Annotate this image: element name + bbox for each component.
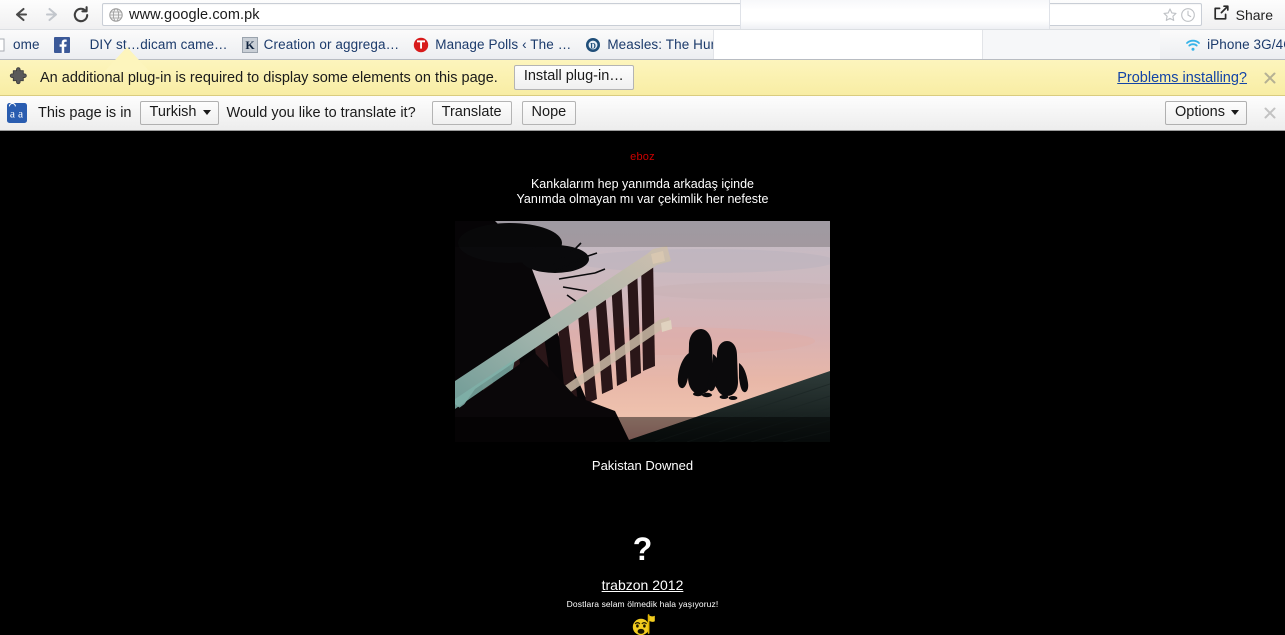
lyrics-block: Kankalarım hep yanımda arkadaş içinde Ya…: [0, 177, 1285, 207]
translate-options-label: Options: [1175, 103, 1225, 120]
k-icon: K: [241, 36, 258, 53]
ih-icon: [1045, 37, 1061, 53]
page-content: eboz Kankalarım hep yanımda arkadaş için…: [0, 131, 1285, 635]
share-icon: [1212, 4, 1230, 25]
lyrics-line-2: Yanımda olmayan mı var çekimlik her nefe…: [516, 192, 769, 206]
share-button-label: Share: [1235, 6, 1273, 23]
install-plugin-button[interactable]: Install plug-in…: [513, 65, 634, 90]
translate-infobar: a a This page is in Turkish Would you li…: [0, 96, 1285, 131]
chevron-down-icon: [1231, 110, 1239, 115]
svg-text:a: a: [10, 108, 15, 120]
bookmark-label: 7 Mu…: [815, 37, 860, 52]
yellow-note-icon: [1081, 37, 1097, 53]
signature-subtitle: Dostlara selam ölmedik hala yaşıyoruz!: [566, 599, 719, 609]
browser-toolbar: www.google.com.pk Share: [0, 0, 1285, 29]
address-bar-text[interactable]: www.google.com.pk: [129, 7, 1161, 23]
infobar-pointer: [104, 47, 150, 72]
translate-prefix-label: This page is in: [38, 105, 132, 121]
page-title: eboz: [630, 151, 655, 163]
puzzle-piece-icon: [8, 66, 30, 89]
language-select[interactable]: Turkish: [139, 100, 219, 126]
bookmark-item[interactable]: Manage Polls ‹ The …: [406, 33, 578, 57]
svg-text:K: K: [245, 38, 255, 52]
forward-arrow-icon: [42, 5, 61, 24]
yellow-note-icon: [793, 37, 809, 53]
reload-button[interactable]: [66, 2, 96, 28]
bookmark-item[interactable]: D Measles: The Huma…: [866, 33, 1038, 57]
plugin-infobar: An additional plug-in is required to dis…: [0, 47, 1285, 96]
bookmark-item[interactable]: [1038, 33, 1074, 57]
image-caption: Pakistan Downed: [591, 458, 694, 473]
d-circle-icon: D: [873, 37, 889, 53]
bookmark-item[interactable]: D Measles: The Huma…: [578, 33, 750, 57]
decline-translate-button[interactable]: Nope: [521, 100, 577, 126]
browser-chrome: www.google.com.pk Share ome DIY st…dicam…: [0, 0, 1285, 131]
plugin-bar-close-icon[interactable]: [1261, 69, 1279, 87]
share-button[interactable]: Share: [1206, 2, 1281, 28]
bookmark-item[interactable]: [47, 33, 83, 57]
penguins-sunset-illustration: [455, 221, 830, 442]
bookmark-label: Manage Polls ‹ The …: [435, 37, 572, 52]
translate-bar-close-icon[interactable]: [1261, 104, 1279, 122]
bookmark-label: iPhone 3G/4G tester …: [1207, 37, 1285, 52]
bookmark-item[interactable]: iPhone 3G/4G tester …: [1178, 33, 1285, 57]
bookmark-label: Creation or aggrega…: [263, 37, 400, 52]
problems-installing-link[interactable]: Problems installing?: [1117, 70, 1247, 86]
facebook-icon: [53, 36, 70, 53]
star-icon[interactable]: [1161, 6, 1179, 24]
crying-flag-emoticon: [632, 614, 655, 635]
wifi-icon: [1185, 37, 1201, 53]
bookmark-item[interactable]: [750, 33, 786, 57]
chevron-down-icon: [202, 110, 211, 115]
clock-icon[interactable]: [1179, 6, 1197, 24]
reload-icon: [71, 5, 91, 25]
ih-icon: [757, 37, 773, 53]
forward-button[interactable]: [36, 2, 66, 28]
bookmark-label: ome: [13, 37, 40, 52]
page-icon: [0, 37, 7, 53]
bookmark-label: Measles: The Huma…: [607, 37, 744, 52]
back-arrow-icon: [12, 5, 31, 24]
d-circle-icon: D: [585, 37, 601, 53]
globe-icon: [108, 7, 124, 23]
bookmark-item[interactable]: 7 Mu…: [1074, 33, 1154, 57]
emoticon-wrapper: [0, 609, 1285, 635]
bookmark-label: 7 Mu…: [1103, 37, 1148, 52]
translate-button[interactable]: Translate: [431, 100, 512, 126]
missing-plugin-placeholder[interactable]: ?: [0, 533, 1285, 565]
red-circle-icon: [413, 37, 429, 53]
language-select-value: Turkish: [149, 103, 197, 120]
hero-image: [455, 221, 830, 442]
bookmark-label: Measles: The Huma…: [895, 37, 1032, 52]
svg-text:a: a: [18, 108, 23, 120]
svg-text:D: D: [878, 41, 884, 50]
translate-icon: a a: [6, 102, 28, 124]
lyrics-line-1: Kankalarım hep yanımda arkadaş içinde: [530, 177, 755, 191]
svg-text:D: D: [590, 41, 596, 50]
translate-options-button[interactable]: Options: [1165, 100, 1247, 126]
signature-block: trabzon 2012 Dostlara selam ölmedik hala…: [0, 563, 1285, 635]
translate-question-label: Would you like to translate it?: [226, 105, 416, 121]
bookmark-item[interactable]: 7 Mu…: [786, 33, 866, 57]
bookmark-item[interactable]: K Creation or aggrega…: [235, 33, 407, 57]
bookmark-item[interactable]: ome: [0, 33, 47, 57]
bookmarks-bar: ome DIY st…dicam came… K Creation or agg…: [0, 29, 1285, 60]
back-button[interactable]: [6, 2, 36, 28]
address-bar[interactable]: www.google.com.pk: [102, 3, 1202, 26]
signature-link[interactable]: trabzon 2012: [602, 577, 684, 593]
